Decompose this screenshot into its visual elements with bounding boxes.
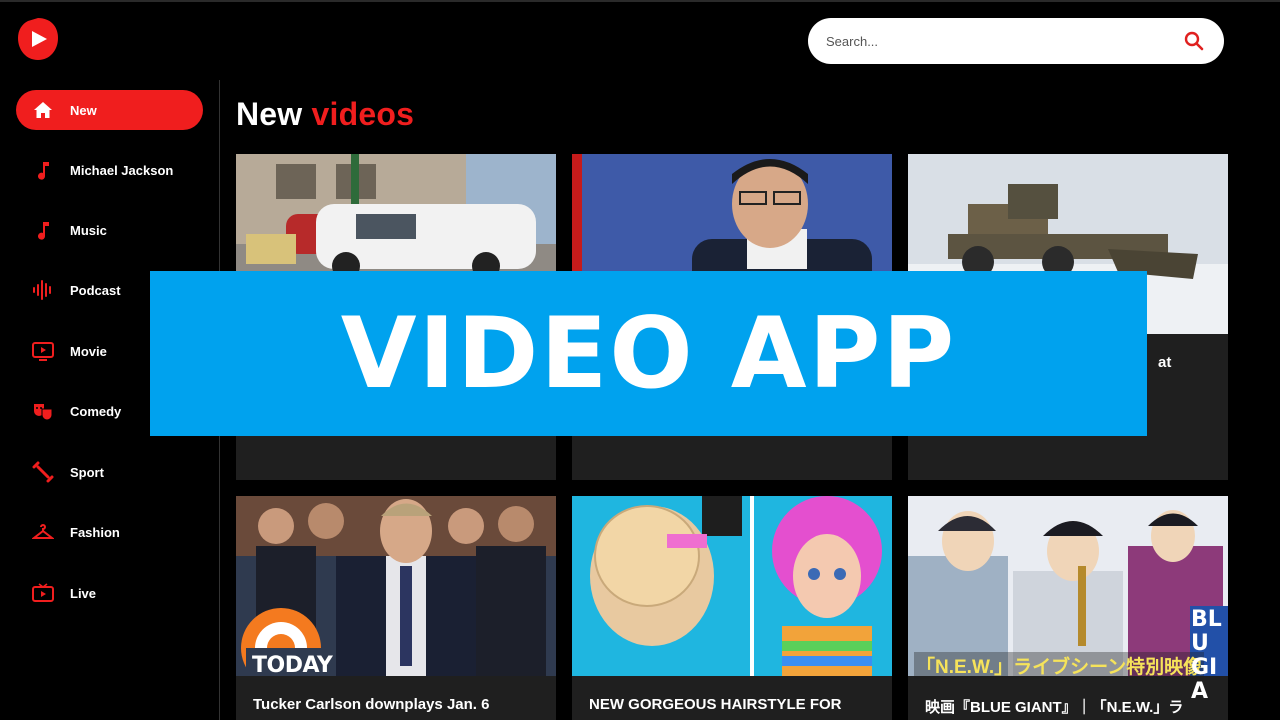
app-logo-icon[interactable] [16, 16, 60, 62]
video-card[interactable]: 「N.E.W.」ライブシーン特別映像 BLU GIA 映画『BLUE GIANT… [908, 496, 1228, 720]
thumbnail-side-text: BLU GIA [1191, 607, 1222, 704]
sidebar-item-label: Movie [70, 343, 107, 359]
sidebar-item-label: Michael Jackson [70, 162, 174, 178]
sidebar-item-sport[interactable]: Sport [16, 452, 203, 492]
sidebar-item-label: Comedy [70, 403, 122, 419]
live-tv-icon [32, 582, 54, 604]
theater-masks-icon [32, 400, 54, 422]
sidebar-item-new[interactable]: New [16, 90, 203, 130]
video-card[interactable]: NEW GORGEOUS HAIRSTYLE FOR [572, 496, 892, 720]
hanger-icon [32, 521, 54, 543]
music-note-icon [32, 159, 54, 181]
video-card[interactable]: TODAY Tucker Carlson downplays Jan. 6 [236, 496, 556, 720]
video-thumbnail[interactable] [908, 496, 1228, 676]
video-title[interactable]: 映画『BLUE GIANT』｜「N.E.W.」ラ [925, 696, 1215, 717]
sidebar-item-live[interactable]: Live [16, 573, 203, 613]
music-note-icon [32, 219, 54, 241]
video-title[interactable]: Tucker Carlson downplays Jan. 6 [253, 696, 543, 713]
page-title: New videos [236, 96, 414, 133]
video-thumbnail[interactable] [236, 496, 556, 676]
sidebar-item-michael-jackson[interactable]: Michael Jackson [16, 150, 203, 190]
sidebar-item-label: Podcast [70, 282, 121, 298]
search-icon[interactable] [1184, 31, 1204, 51]
page-title-accent: videos [311, 96, 415, 132]
sidebar-item-label: Music [70, 222, 107, 238]
sidebar-item-label: Fashion [70, 524, 120, 540]
audio-wave-icon [32, 279, 54, 301]
video-title[interactable]: at [1158, 354, 1218, 371]
search-input[interactable] [826, 18, 1176, 64]
top-border [0, 0, 1280, 2]
banner-text: VIDEO APP [340, 296, 957, 411]
thumbnail-caption: 「N.E.W.」ライブシーン特別映像 [914, 652, 1205, 679]
sidebar-item-fashion[interactable]: Fashion [16, 512, 203, 552]
search-bar [808, 18, 1224, 64]
sidebar-item-label: Sport [70, 464, 104, 480]
today-badge: TODAY [252, 653, 333, 678]
video-title[interactable]: NEW GORGEOUS HAIRSTYLE FOR [589, 696, 879, 713]
sidebar-item-music[interactable]: Music [16, 210, 203, 250]
dumbbell-icon [32, 461, 54, 483]
sidebar-item-label: New [70, 102, 97, 118]
promo-banner: VIDEO APP [150, 271, 1147, 436]
page-title-main: New [236, 96, 303, 132]
video-thumbnail[interactable] [572, 496, 892, 676]
sidebar-item-label: Live [70, 585, 97, 601]
tv-play-icon [32, 340, 54, 362]
home-icon [32, 99, 54, 121]
